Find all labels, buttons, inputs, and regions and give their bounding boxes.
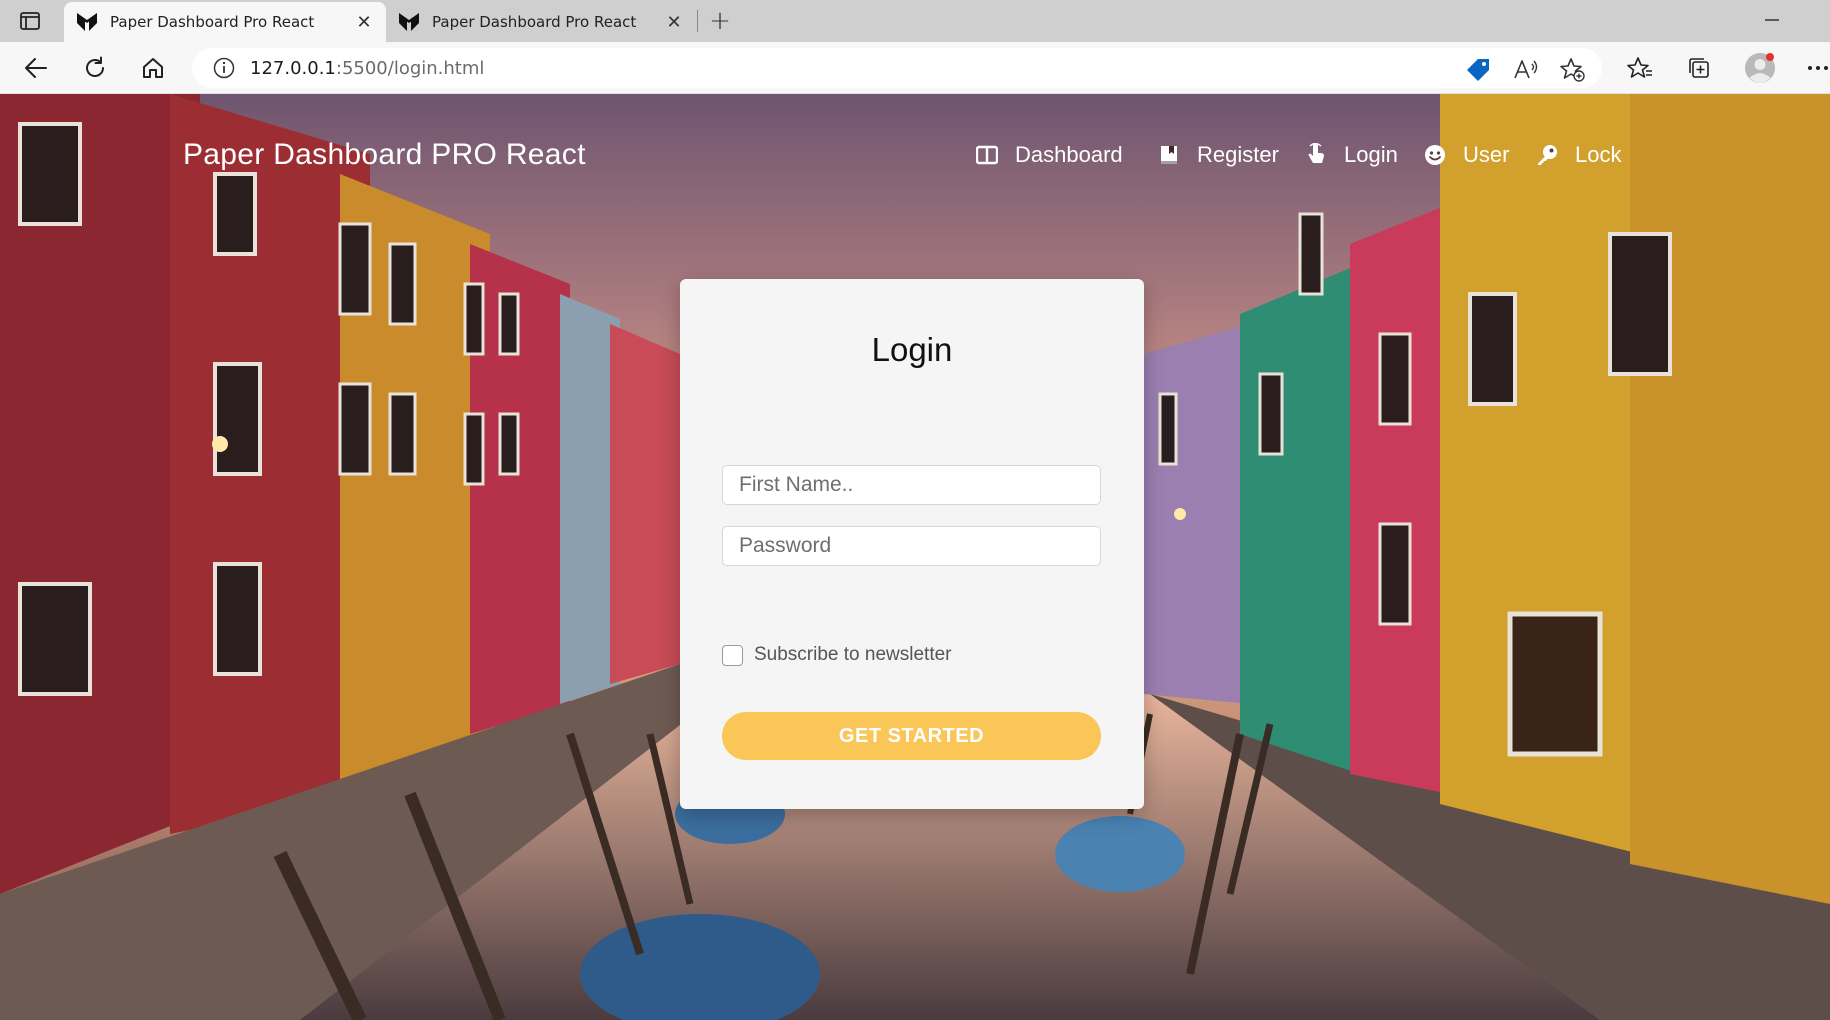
more-icon[interactable] <box>1802 52 1830 84</box>
url-path: :5500/login.html <box>335 57 485 79</box>
minimize-icon[interactable] <box>1760 8 1784 32</box>
address-bar[interactable]: 127.0.0.1:5500/login.html <box>192 48 1602 88</box>
add-favorite-icon[interactable] <box>1556 54 1588 86</box>
get-started-button[interactable]: Get Started <box>722 712 1101 760</box>
tab-2[interactable]: Paper Dashboard Pro React ✕ <box>386 2 696 42</box>
login-card: Login Subscribe to newsletter Get Starte… <box>680 279 1144 809</box>
close-icon[interactable]: ✕ <box>354 12 374 33</box>
plus-icon[interactable]: + <box>706 6 734 36</box>
nav-dashboard[interactable]: Dashboard <box>975 142 1123 168</box>
close-icon[interactable]: ✕ <box>664 12 684 33</box>
subscribe-row[interactable]: Subscribe to newsletter <box>722 644 952 666</box>
nav-label: Lock <box>1575 142 1622 167</box>
tab-overview-icon[interactable] <box>18 9 42 33</box>
nav-label: Login <box>1344 142 1398 167</box>
read-aloud-icon[interactable] <box>1510 54 1542 86</box>
reload-icon[interactable] <box>79 52 111 84</box>
smiley-icon <box>1423 143 1447 167</box>
nav-label: Dashboard <box>1015 142 1123 167</box>
tab-1[interactable]: Paper Dashboard Pro React ✕ <box>64 2 386 42</box>
tab-title: Paper Dashboard Pro React <box>432 13 637 31</box>
subscribe-checkbox[interactable] <box>722 644 743 666</box>
password-input[interactable] <box>722 526 1101 566</box>
paper-dashboard-favicon <box>398 11 420 33</box>
nav-label: User <box>1463 142 1510 167</box>
tab-title: Paper Dashboard Pro React <box>110 13 315 31</box>
book-bookmark-icon <box>1157 143 1181 167</box>
collections-icon[interactable] <box>1683 52 1715 84</box>
subscribe-label[interactable]: Subscribe to newsletter <box>754 644 952 666</box>
tab-separator <box>697 10 698 32</box>
tap-pointer-icon <box>1304 143 1328 167</box>
login-title: Login <box>871 331 953 368</box>
nav-user[interactable]: User <box>1423 142 1509 168</box>
nav-label: Register <box>1197 142 1279 167</box>
profile-avatar-icon[interactable] <box>1744 52 1776 84</box>
shopping-tag-icon[interactable] <box>1462 54 1494 86</box>
login-page: Paper Dashboard PRO React Dashboard Regi… <box>0 94 1830 1020</box>
key-icon <box>1535 143 1559 167</box>
favorites-icon[interactable] <box>1624 52 1656 84</box>
nav-register[interactable]: Register <box>1157 142 1279 168</box>
nav-login[interactable]: Login <box>1304 142 1398 168</box>
brand-title[interactable]: Paper Dashboard PRO React <box>183 138 586 172</box>
back-arrow-icon[interactable] <box>20 52 52 84</box>
url-text: 127.0.0.1:5500/login.html <box>250 58 484 79</box>
home-icon[interactable] <box>137 52 169 84</box>
layout-icon <box>975 143 999 167</box>
info-icon[interactable] <box>212 56 236 80</box>
url-host: 127.0.0.1 <box>250 57 336 79</box>
first-name-input[interactable] <box>722 465 1101 505</box>
browser-toolbar: 127.0.0.1:5500/login.html <box>0 42 1830 94</box>
nav-lock[interactable]: Lock <box>1535 142 1621 168</box>
browser-tab-bar: Paper Dashboard Pro React ✕ Paper Dashbo… <box>0 0 1830 42</box>
paper-dashboard-favicon <box>76 11 98 33</box>
